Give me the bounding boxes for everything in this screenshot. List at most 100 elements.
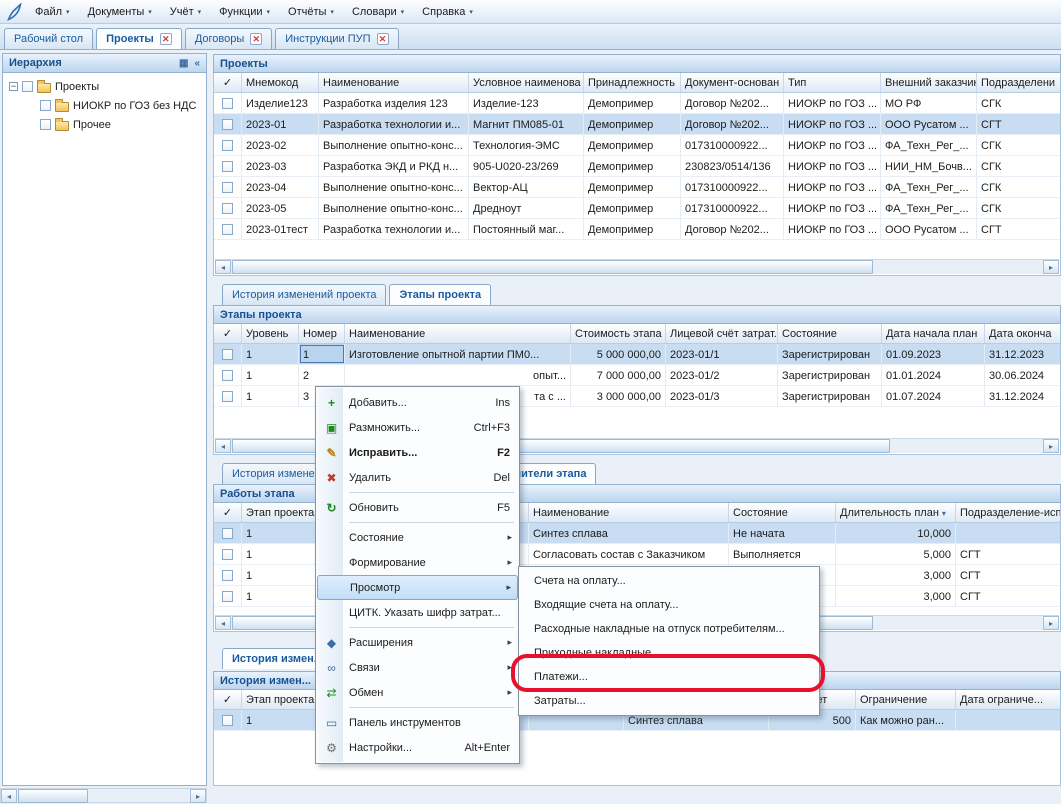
column-header[interactable]: Условное наименова <box>469 73 584 92</box>
column-header[interactable]: Уровень <box>242 324 299 343</box>
stage-tab[interactable]: История изменений проекта <box>222 284 386 305</box>
table-row[interactable]: 12опыт...7 000 000,002023-01/2Зарегистри… <box>214 365 1061 386</box>
sidebar-horizontal-scrollbar[interactable]: ◂ ▸ <box>0 788 207 803</box>
scroll-left-icon[interactable]: ◂ <box>215 439 231 453</box>
menubar-item[interactable]: Файл▾ <box>26 2 79 21</box>
context-menu-item[interactable]: Формирование▸ <box>317 550 518 575</box>
submenu-item[interactable]: Платежи... <box>520 665 818 689</box>
row-checkbox[interactable] <box>222 119 233 130</box>
collapse-sidebar-icon[interactable]: « <box>194 58 200 69</box>
scroll-right-icon[interactable]: ▸ <box>1043 260 1059 274</box>
menubar-item[interactable]: Учёт▾ <box>161 2 210 21</box>
column-header[interactable]: Наименование <box>529 503 729 522</box>
submenu-item[interactable]: Входящие счета на оплату... <box>520 593 818 617</box>
column-header[interactable]: Документ-основан <box>681 73 784 92</box>
close-icon[interactable]: ✕ <box>160 33 172 45</box>
scroll-left-icon[interactable]: ◂ <box>215 260 231 274</box>
column-header[interactable]: Мнемокод <box>242 73 319 92</box>
close-icon[interactable]: ✕ <box>250 33 262 45</box>
main-tab[interactable]: Проекты✕ <box>96 28 182 49</box>
table-row[interactable]: 2023-02Выполнение опытно-конс...Технолог… <box>214 135 1061 156</box>
row-checkbox[interactable] <box>222 203 233 214</box>
table-row[interactable]: 2023-01Разработка технологии и...Магнит … <box>214 114 1061 135</box>
menubar-item[interactable]: Словари▾ <box>343 2 413 21</box>
column-header[interactable]: Лицевой счёт затрат. <box>666 324 778 343</box>
context-menu-item[interactable]: Просмотр▸ <box>317 575 518 600</box>
row-checkbox[interactable] <box>222 161 233 172</box>
column-header[interactable]: Подразделени <box>977 73 1061 92</box>
row-checkbox[interactable] <box>222 349 233 360</box>
submenu-item[interactable]: Расходные накладные на отпуск потребител… <box>520 617 818 641</box>
table-row[interactable]: 2023-01тестРазработка технологии и...Пос… <box>214 219 1061 240</box>
submenu-item[interactable]: Счета на оплату... <box>520 569 818 593</box>
tree-node[interactable]: НИОКР по ГОЗ без НДС <box>5 96 204 115</box>
column-header[interactable]: Принадлежность <box>584 73 681 92</box>
row-checkbox[interactable] <box>222 370 233 381</box>
grid-icon[interactable]: ▦ <box>179 58 188 69</box>
tree-checkbox[interactable] <box>22 81 33 92</box>
row-checkbox[interactable] <box>222 391 233 402</box>
scroll-left-icon[interactable]: ◂ <box>1 789 17 803</box>
context-menu-item[interactable]: ↻ОбновитьF5 <box>317 495 518 520</box>
column-header[interactable]: Номер <box>299 324 345 343</box>
submenu-item[interactable]: Затраты... <box>520 689 818 713</box>
close-icon[interactable]: ✕ <box>377 33 389 45</box>
column-header[interactable]: Состояние <box>729 503 836 522</box>
column-header[interactable]: Дата начала план <box>882 324 985 343</box>
column-header[interactable]: Подразделение-исп... <box>956 503 1061 522</box>
column-header[interactable]: Наименование <box>345 324 571 343</box>
select-all-checkbox[interactable]: ✓ <box>214 503 242 522</box>
scroll-right-icon[interactable]: ▸ <box>1043 439 1059 453</box>
context-menu-item[interactable]: ЦИТК. Указать шифр затрат... <box>317 600 518 625</box>
column-header[interactable]: Наименование <box>319 73 469 92</box>
scroll-right-icon[interactable]: ▸ <box>1043 616 1059 630</box>
select-all-checkbox[interactable]: ✓ <box>214 324 242 343</box>
table-row[interactable]: 2023-03Разработка ЭКД и РКД н...905-U020… <box>214 156 1061 177</box>
select-all-checkbox[interactable]: ✓ <box>214 73 242 92</box>
main-tab[interactable]: Рабочий стол <box>4 28 93 49</box>
context-menu-item[interactable]: ▭Панель инструментов <box>317 710 518 735</box>
scrollbar-thumb[interactable] <box>232 260 873 274</box>
scroll-right-icon[interactable]: ▸ <box>190 789 206 803</box>
context-menu-item[interactable]: ◆Расширения▸ <box>317 630 518 655</box>
column-header[interactable]: Внешний заказчик <box>881 73 977 92</box>
table-row[interactable]: 2023-05Выполнение опытно-конс...Дредноут… <box>214 198 1061 219</box>
submenu-item[interactable]: Приходные накладные... <box>520 641 818 665</box>
row-checkbox[interactable] <box>222 591 233 602</box>
row-checkbox[interactable] <box>222 715 233 726</box>
tree-checkbox[interactable] <box>40 119 51 130</box>
select-all-checkbox[interactable]: ✓ <box>214 690 242 709</box>
row-checkbox[interactable] <box>222 224 233 235</box>
column-header[interactable]: Дата ограниче... <box>956 690 1061 709</box>
tree-node[interactable]: −Проекты <box>5 77 204 96</box>
menubar-item[interactable]: Документы▾ <box>79 2 161 21</box>
menubar-item[interactable]: Справка▾ <box>413 2 482 21</box>
row-checkbox[interactable] <box>222 140 233 151</box>
main-tab[interactable]: Договоры✕ <box>185 28 272 49</box>
tree-expander-icon[interactable]: − <box>9 82 18 91</box>
context-menu-item[interactable]: ▣Размножить...Ctrl+F3 <box>317 415 518 440</box>
table-row[interactable]: 2023-04Выполнение опытно-конс...Вектор-А… <box>214 177 1061 198</box>
table-row[interactable]: 11Изготовление опытной партии ПМ0...5 00… <box>214 344 1061 365</box>
context-menu-item[interactable]: Состояние▸ <box>317 525 518 550</box>
row-checkbox[interactable] <box>222 549 233 560</box>
column-header[interactable]: Тип <box>784 73 881 92</box>
context-menu-item[interactable]: ✎Исправить...F2 <box>317 440 518 465</box>
row-checkbox[interactable] <box>222 98 233 109</box>
table-row[interactable]: Изделие123Разработка изделия 123Изделие-… <box>214 93 1061 114</box>
context-menu-item[interactable]: ∞Связи▸ <box>317 655 518 680</box>
row-checkbox[interactable] <box>222 570 233 581</box>
main-tab[interactable]: Инструкции ПУП✕ <box>275 28 398 49</box>
projects-horizontal-scrollbar[interactable]: ◂ ▸ <box>215 259 1059 274</box>
stage-tab[interactable]: Этапы проекта <box>389 284 491 305</box>
tree-node[interactable]: Прочее <box>5 115 204 134</box>
context-menu-item[interactable]: ⇄Обмен▸ <box>317 680 518 705</box>
menubar-item[interactable]: Отчёты▾ <box>279 2 343 21</box>
column-header[interactable]: Стоимость этапа <box>571 324 666 343</box>
scrollbar-thumb[interactable] <box>18 789 88 803</box>
context-menu-item[interactable]: ✖УдалитьDel <box>317 465 518 490</box>
column-header[interactable]: Дата оконча <box>985 324 1061 343</box>
scroll-left-icon[interactable]: ◂ <box>215 616 231 630</box>
row-checkbox[interactable] <box>222 182 233 193</box>
column-header[interactable]: Длительность план▾ <box>836 503 956 522</box>
